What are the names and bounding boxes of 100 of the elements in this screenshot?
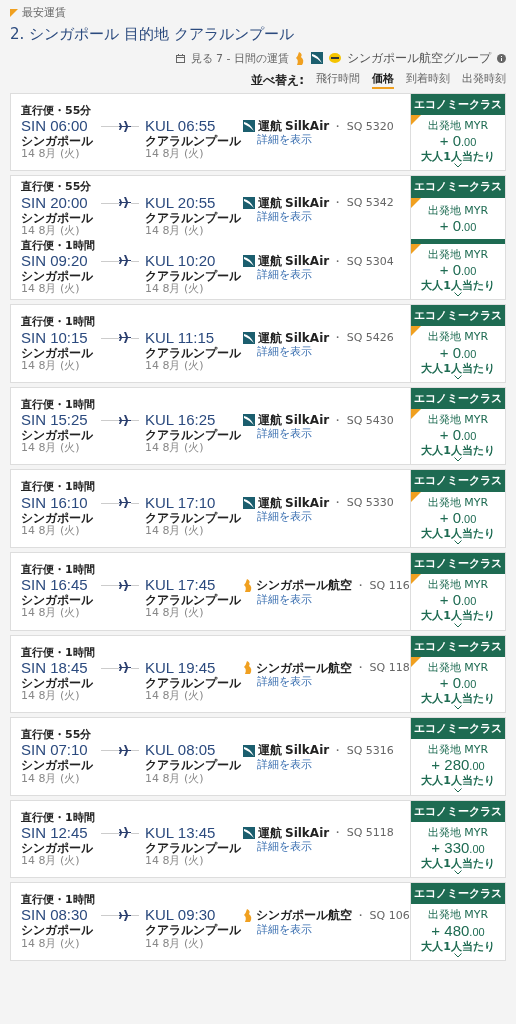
airline-name: SilkAir bbox=[285, 119, 330, 134]
fare-price: + 0.00 bbox=[439, 591, 477, 609]
fare-panel[interactable]: 出発地 MYR + 0.00 大人1人当たり bbox=[411, 243, 505, 300]
airline-name: SilkAir bbox=[285, 413, 330, 428]
flight-duration: 直行便・1時間 bbox=[21, 645, 96, 659]
flight-duration: 直行便・1時間 bbox=[21, 810, 96, 824]
fare-panel[interactable]: 出発地 MYR + 0.00 bbox=[411, 197, 505, 239]
per-adult-label: 大人1人当たり bbox=[421, 279, 495, 293]
airplane-icon bbox=[119, 662, 131, 674]
cabin-class-header: エコノミークラス bbox=[411, 387, 505, 409]
weekly-fares-link[interactable]: 見る 7 - 日間の運賃 bbox=[190, 51, 289, 65]
currency-label: 出発地 MYR bbox=[427, 203, 489, 217]
arrival-city: クアラルンプール bbox=[145, 511, 242, 525]
arrival-city: クアラルンプール bbox=[145, 594, 242, 608]
details-link[interactable]: 詳細を表示 bbox=[243, 922, 410, 936]
arrival-city: クアラルンプール bbox=[145, 346, 242, 360]
flight-duration: 直行便・1時間 bbox=[21, 563, 96, 577]
per-adult-label: 大人1人当たり bbox=[421, 361, 495, 375]
chevron-icon[interactable] bbox=[454, 163, 462, 169]
details-link[interactable]: 詳細を表示 bbox=[243, 510, 408, 524]
fare-panel[interactable]: 出発地 MYR + 330.00 大人1人当たり bbox=[411, 821, 505, 878]
airplane-icon bbox=[119, 827, 131, 839]
airline-name: SilkAir bbox=[285, 825, 330, 841]
arrival-time: KUL 06:55 bbox=[145, 117, 217, 134]
fare-panel[interactable]: 出発地 MYR + 0.00 大人1人当たり bbox=[411, 409, 505, 465]
details-link[interactable]: 詳細を表示 bbox=[243, 344, 408, 359]
fare-price: + 0.00 bbox=[439, 132, 477, 150]
fare-panel[interactable]: 出発地 MYR + 0.00 大人1人当たり bbox=[411, 326, 505, 382]
chevron-icon[interactable] bbox=[454, 952, 462, 958]
details-link[interactable]: 詳細を表示 bbox=[243, 757, 408, 771]
fare-panel[interactable]: 出発地 MYR + 480.00 大人1人当たり bbox=[411, 904, 505, 960]
arrival-date: 14 8月 (火) bbox=[145, 524, 205, 537]
airplane-icon bbox=[119, 579, 131, 591]
departure-time: SIN 16:45 bbox=[21, 576, 89, 594]
per-adult-label: 大人1人当たり bbox=[421, 857, 495, 871]
flight-number: ・ SQ 5118 bbox=[332, 826, 394, 840]
flight-number: ・ SQ 5316 bbox=[332, 743, 394, 758]
departure-date: 14 8月 (火) bbox=[21, 937, 81, 950]
sort-option[interactable]: 到着時刻 bbox=[406, 71, 450, 89]
operated-by-label: 運航 bbox=[258, 413, 282, 428]
departure-date: 14 8月 (火) bbox=[21, 855, 81, 868]
cabin-class-header: エコノミークラス bbox=[411, 552, 505, 575]
arrival-city: クアラルンプール bbox=[145, 759, 242, 773]
chevron-icon[interactable] bbox=[454, 787, 462, 793]
info-icon[interactable] bbox=[497, 53, 506, 63]
sort-option[interactable]: 出発時刻 bbox=[462, 71, 506, 89]
fare-panel[interactable]: 出発地 MYR + 280.00 大人1人当たり bbox=[411, 739, 505, 795]
currency-label: 出発地 MYR bbox=[427, 578, 489, 592]
details-link[interactable]: 詳細を表示 bbox=[243, 268, 408, 282]
details-link[interactable]: 詳細を表示 bbox=[243, 592, 410, 606]
flight-number: ・ SQ 5342 bbox=[332, 196, 394, 210]
chevron-icon[interactable] bbox=[454, 705, 462, 711]
flight-number: ・ SQ 106 bbox=[355, 909, 410, 923]
fare-price: + 0.00 bbox=[439, 508, 477, 527]
arrival-city: クアラルンプール bbox=[145, 429, 242, 443]
cabin-class-header: エコノミークラス bbox=[411, 800, 505, 822]
sort-option[interactable]: 価格 bbox=[372, 71, 394, 89]
operated-by-label: 運航 bbox=[258, 825, 282, 841]
airplane-icon bbox=[119, 744, 131, 756]
details-link[interactable]: 詳細を表示 bbox=[243, 675, 410, 689]
fare-panel[interactable]: 出発地 MYR + 0.00 大人1人当たり bbox=[411, 656, 505, 713]
chevron-icon[interactable] bbox=[454, 870, 462, 876]
sort-option[interactable]: 飛行時間 bbox=[316, 71, 360, 89]
flight-duration: 直行便・55分 bbox=[21, 728, 93, 742]
chevron-icon[interactable] bbox=[454, 622, 462, 628]
details-link[interactable]: 詳細を表示 bbox=[243, 427, 408, 441]
chevron-icon[interactable] bbox=[454, 374, 462, 380]
airplane-icon bbox=[119, 120, 131, 132]
flight-number: ・ SQ 5320 bbox=[332, 119, 394, 133]
cabin-class-header: エコノミークラス bbox=[411, 718, 505, 740]
flight-duration: 直行便・1時間 bbox=[21, 397, 96, 412]
fare-price: + 0.00 bbox=[439, 426, 477, 444]
departure-time: SIN 20:00 bbox=[21, 193, 89, 212]
calendar-icon bbox=[175, 53, 185, 63]
departure-city: シンガポール bbox=[21, 841, 94, 855]
fare-panel[interactable]: 出発地 MYR + 0.00 大人1人当たり bbox=[411, 114, 505, 171]
details-link[interactable]: 詳細を表示 bbox=[243, 133, 408, 147]
flight-duration: 直行便・1時間 bbox=[21, 315, 96, 329]
fare-panel[interactable]: 出発地 MYR + 0.00 大人1人当たり bbox=[411, 491, 505, 547]
fare-price: + 0.00 bbox=[439, 673, 477, 692]
fare-panel[interactable]: 出発地 MYR + 0.00 大人1人当たり bbox=[411, 574, 505, 630]
corner-flag-icon bbox=[411, 491, 421, 502]
airline-name: シンガポール航空 bbox=[256, 578, 352, 593]
arrival-city: クアラルンプール bbox=[145, 135, 242, 148]
chevron-icon[interactable] bbox=[454, 539, 462, 545]
corner-flag-icon bbox=[411, 409, 421, 419]
operated-by-label: 運航 bbox=[258, 254, 282, 269]
chevron-icon[interactable] bbox=[454, 457, 462, 463]
flight-number: ・ SQ 5304 bbox=[332, 254, 394, 268]
flight-duration: 直行便・1時間 bbox=[21, 893, 96, 907]
departure-time: SIN 07:10 bbox=[21, 741, 89, 759]
arrival-time: KUL 10:20 bbox=[145, 252, 217, 269]
per-adult-label: 大人1人当たり bbox=[421, 939, 495, 953]
departure-city: シンガポール bbox=[21, 594, 94, 608]
details-link[interactable]: 詳細を表示 bbox=[243, 209, 408, 224]
fare-price: + 0.00 bbox=[439, 343, 477, 362]
per-adult-label: 大人1人当たり bbox=[421, 150, 495, 164]
departure-date: 14 8月 (火) bbox=[21, 442, 81, 455]
details-link[interactable]: 詳細を表示 bbox=[243, 840, 408, 854]
chevron-icon[interactable] bbox=[454, 292, 462, 298]
